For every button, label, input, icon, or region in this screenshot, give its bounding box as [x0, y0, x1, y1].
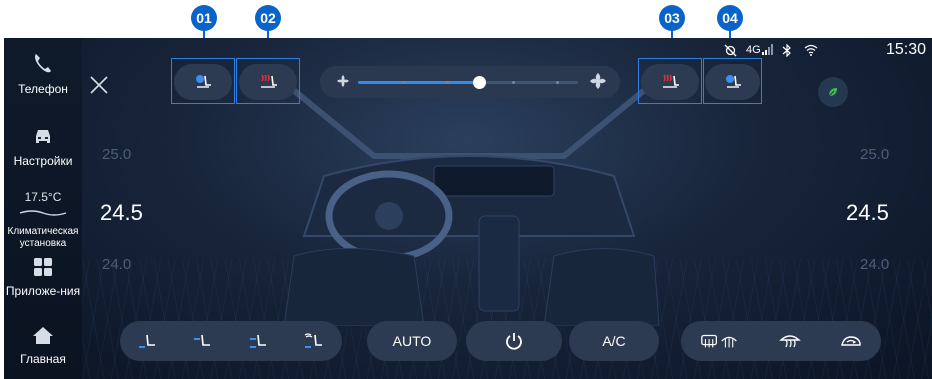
callout-02: 02 [255, 5, 281, 31]
left-temp-lower[interactable]: 24.0 [102, 256, 131, 273]
rear-front-defrost-icon[interactable] [700, 331, 740, 351]
car-icon [36, 130, 50, 143]
wifi-icon [804, 44, 818, 56]
phone-icon [35, 54, 51, 73]
signal-icon [762, 44, 773, 55]
windshield-defrost-icon[interactable] [779, 331, 801, 351]
airflow-face-feet-icon[interactable] [248, 331, 270, 351]
power-button[interactable] [466, 321, 562, 361]
climate-temp-readout: 17.5°C [24, 190, 62, 204]
clock: 15:30 [885, 41, 926, 58]
apps-icon [34, 258, 52, 276]
airflow-defrost-feet-icon[interactable] [303, 331, 325, 351]
seat-ventilation-icon [196, 75, 211, 88]
callout-04: 04 [717, 5, 743, 31]
sidebar-item-phone[interactable]: Телефон [4, 52, 82, 96]
close-icon[interactable] [88, 74, 110, 96]
passenger-seat-heating-button[interactable] [641, 64, 699, 100]
fan-step [556, 81, 559, 84]
climate-screen: Телефон Настройки 17.5°C Климатическая у… [4, 38, 932, 379]
auto-button[interactable]: AUTO [367, 321, 457, 361]
airflow-feet-icon[interactable] [137, 331, 159, 351]
wave-icon [19, 210, 67, 216]
ac-label: A/C [602, 333, 626, 349]
air-recirculation-icon[interactable] [840, 331, 862, 351]
fan-track [358, 76, 578, 89]
driver-seat-heating-button[interactable] [239, 64, 297, 100]
seat-ventilation-icon [725, 75, 741, 88]
network-type: 4G [746, 44, 761, 56]
sidebar-item-climate[interactable]: 17.5°C Климатическая установка [4, 190, 82, 250]
right-temp-current: 24.5 [846, 200, 889, 225]
fan-step [512, 81, 515, 84]
auto-label: AUTO [392, 333, 432, 349]
fan-low-icon [337, 75, 349, 87]
leaf-icon [828, 88, 837, 97]
right-temp-upper[interactable]: 25.0 [860, 146, 889, 163]
power-icon [506, 333, 522, 350]
fan-high-icon [590, 73, 606, 89]
bluetooth-icon [782, 44, 791, 57]
seat-heating-icon [663, 74, 679, 88]
bottom-control-bar: AUTO A/C [4, 321, 932, 363]
left-temp-current: 24.5 [100, 200, 143, 225]
sidebar-item-label: Приложе-ния [5, 284, 81, 298]
sidebar-item-settings[interactable]: Настройки [4, 128, 82, 168]
car-interior-illustration [262, 66, 676, 326]
defrost-group [681, 321, 881, 361]
airflow-face-icon[interactable] [192, 331, 214, 351]
fan-slider-handle[interactable] [473, 76, 486, 89]
callout-03: 03 [659, 5, 685, 31]
no-location-icon [724, 44, 737, 57]
fan-step [402, 81, 405, 84]
right-temp-lower[interactable]: 24.0 [860, 256, 889, 273]
fan-step [446, 81, 449, 84]
fan-fill [358, 81, 479, 84]
callout-01: 01 [191, 5, 217, 31]
sidebar-item-label: Настройки [13, 154, 73, 168]
fan-speed-slider[interactable] [320, 66, 620, 98]
eco-mode-button[interactable] [818, 77, 848, 107]
airflow-mode-group [120, 321, 342, 361]
left-temp-upper[interactable]: 25.0 [102, 146, 131, 163]
sidebar-item-apps[interactable]: Приложе-ния [4, 258, 82, 298]
driver-seat-ventilation-button[interactable] [174, 64, 232, 100]
ac-button[interactable]: A/C [569, 321, 659, 361]
sidebar-item-label: Телефон [18, 82, 68, 96]
passenger-seat-ventilation-button[interactable] [705, 64, 760, 100]
seat-heating-icon [261, 74, 277, 88]
annotated-screenshot: 01 02 03 04 Телефон Настройки 17.5°C Кли… [0, 0, 932, 379]
sidebar-item-label: Климатическая установка [7, 226, 79, 249]
